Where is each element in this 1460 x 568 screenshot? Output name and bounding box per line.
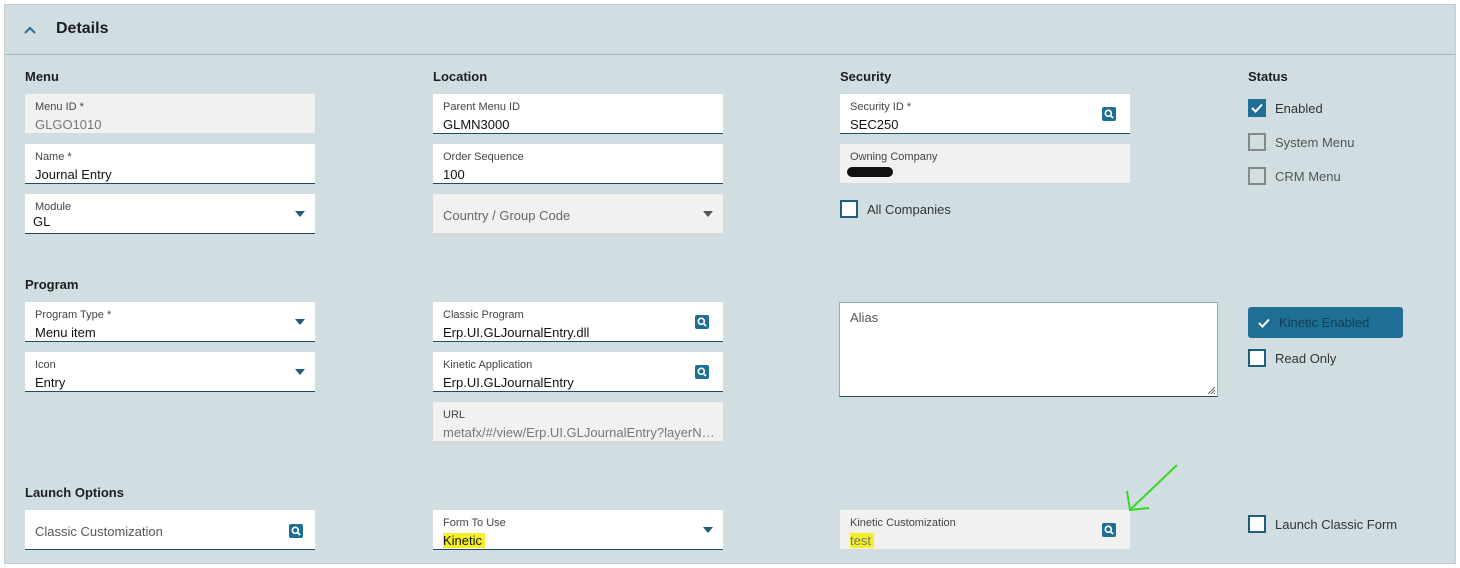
security-id-label: Security ID * [850, 101, 912, 113]
kinetic-application-value[interactable]: Erp.UI.GLJournalEntry [443, 375, 574, 390]
search-icon[interactable] [1102, 523, 1116, 537]
highlighted-value: test [850, 533, 874, 548]
resize-grip-icon[interactable] [1207, 386, 1215, 394]
checkbox-box[interactable] [1248, 167, 1266, 185]
icon-dropdown[interactable]: Icon Entry [25, 352, 315, 392]
name-value[interactable]: Journal Entry [35, 167, 112, 182]
kinetic-enabled-toggle[interactable]: Kinetic Enabled [1248, 307, 1403, 338]
launch-classic-form-checkbox[interactable]: Launch Classic Form [1248, 515, 1397, 533]
details-header[interactable]: Details [5, 5, 1455, 55]
order-sequence-label: Order Sequence [443, 151, 524, 163]
menu-id-field: Menu ID * GLGO1010 [25, 94, 315, 134]
section-program: Program [25, 277, 79, 292]
classic-customization-field[interactable]: Classic Customization [25, 510, 315, 550]
kinetic-enabled-label: Kinetic Enabled [1279, 315, 1370, 330]
kinetic-application-label: Kinetic Application [443, 359, 533, 371]
menu-id-value: GLGO1010 [35, 117, 102, 132]
section-menu: Menu [25, 69, 59, 84]
chevron-down-icon[interactable] [295, 211, 305, 217]
name-label: Name * [35, 151, 72, 163]
checkbox-box[interactable] [840, 200, 858, 218]
icon-value: Entry [35, 375, 66, 390]
url-label: URL [443, 409, 466, 421]
module-label: Module [35, 201, 72, 213]
country-group-code-placeholder: Country / Group Code [443, 208, 571, 223]
search-icon[interactable] [695, 365, 709, 379]
system-menu-label: System Menu [1275, 134, 1355, 150]
security-id-value[interactable]: SEC250 [850, 117, 898, 132]
search-icon[interactable] [695, 315, 709, 329]
annotation-arrow-icon [1126, 464, 1178, 512]
classic-program-value[interactable]: Erp.UI.GLJournalEntry.dll [443, 325, 589, 340]
highlighted-value: Kinetic [443, 533, 486, 548]
program-type-value: Menu item [35, 325, 96, 340]
all-companies-checkbox[interactable]: All Companies [840, 200, 951, 218]
order-sequence-field[interactable]: Order Sequence 100 [433, 144, 723, 184]
crm-menu-label: CRM Menu [1275, 168, 1341, 184]
country-group-code-dropdown[interactable]: Country / Group Code [433, 194, 723, 234]
classic-program-label: Classic Program [443, 309, 524, 321]
alias-textarea[interactable]: Alias [839, 302, 1218, 397]
enabled-label: Enabled [1275, 100, 1323, 116]
icon-label: Icon [35, 359, 56, 371]
read-only-label: Read Only [1275, 350, 1337, 366]
parent-menu-id-field[interactable]: Parent Menu ID GLMN3000 [433, 94, 723, 134]
chevron-down-icon[interactable] [703, 211, 713, 217]
module-value: GL [33, 214, 51, 229]
page-title: Details [56, 20, 109, 37]
section-status: Status [1248, 69, 1288, 84]
parent-menu-id-label: Parent Menu ID [443, 101, 521, 113]
chevron-down-icon[interactable] [295, 319, 305, 325]
section-location: Location [433, 69, 488, 84]
checkbox-box[interactable] [1248, 99, 1266, 117]
form-to-use-label: Form To Use [443, 517, 506, 529]
chevron-down-icon[interactable] [703, 527, 713, 533]
search-icon[interactable] [1102, 107, 1116, 121]
chevron-up-icon[interactable] [21, 21, 39, 39]
form-to-use-value: Kinetic [443, 533, 486, 548]
search-icon[interactable] [289, 524, 303, 538]
owning-company-field: Owning Company [840, 144, 1130, 184]
check-icon [1251, 103, 1263, 113]
classic-program-field[interactable]: Classic Program Erp.UI.GLJournalEntry.dl… [433, 302, 723, 342]
kinetic-customization-value: test [850, 533, 874, 548]
system-menu-checkbox[interactable]: System Menu [1248, 133, 1354, 151]
name-field[interactable]: Name * Journal Entry [25, 144, 315, 184]
security-id-field[interactable]: Security ID * SEC250 [840, 94, 1130, 134]
program-type-dropdown[interactable]: Program Type * Menu item [25, 302, 315, 342]
alias-placeholder: Alias [850, 310, 879, 325]
url-value: metafx/#/view/Erp.UI.GLJournalEntry?laye… [443, 425, 719, 440]
enabled-checkbox[interactable]: Enabled [1248, 99, 1323, 117]
classic-customization-placeholder: Classic Customization [35, 524, 163, 539]
checkbox-box[interactable] [1248, 515, 1266, 533]
program-type-label: Program Type * [35, 309, 112, 321]
launch-classic-form-label: Launch Classic Form [1275, 516, 1398, 532]
section-launch-options: Launch Options [25, 485, 124, 500]
owning-company-label: Owning Company [850, 151, 938, 163]
all-companies-label: All Companies [867, 201, 951, 217]
form-to-use-dropdown[interactable]: Form To Use Kinetic [433, 510, 723, 550]
menu-id-label: Menu ID * [35, 101, 84, 113]
url-field: URL metafx/#/view/Erp.UI.GLJournalEntry?… [433, 402, 723, 442]
order-sequence-value[interactable]: 100 [443, 167, 465, 182]
read-only-checkbox[interactable]: Read Only [1248, 349, 1336, 367]
kinetic-customization-label: Kinetic Customization [850, 517, 956, 529]
chevron-down-icon[interactable] [295, 369, 305, 375]
crm-menu-checkbox[interactable]: CRM Menu [1248, 167, 1341, 185]
module-dropdown[interactable]: Module GL [25, 194, 315, 234]
checkbox-box[interactable] [1248, 133, 1266, 151]
parent-menu-id-value[interactable]: GLMN3000 [443, 117, 509, 132]
kinetic-customization-field[interactable]: Kinetic Customization test [840, 510, 1130, 550]
section-security: Security [840, 69, 892, 84]
kinetic-application-field[interactable]: Kinetic Application Erp.UI.GLJournalEntr… [433, 352, 723, 392]
check-icon [1258, 318, 1270, 328]
details-panel: Details Menu Location Security Status Pr… [4, 4, 1456, 564]
redaction-mark [847, 167, 893, 177]
checkbox-box[interactable] [1248, 349, 1266, 367]
